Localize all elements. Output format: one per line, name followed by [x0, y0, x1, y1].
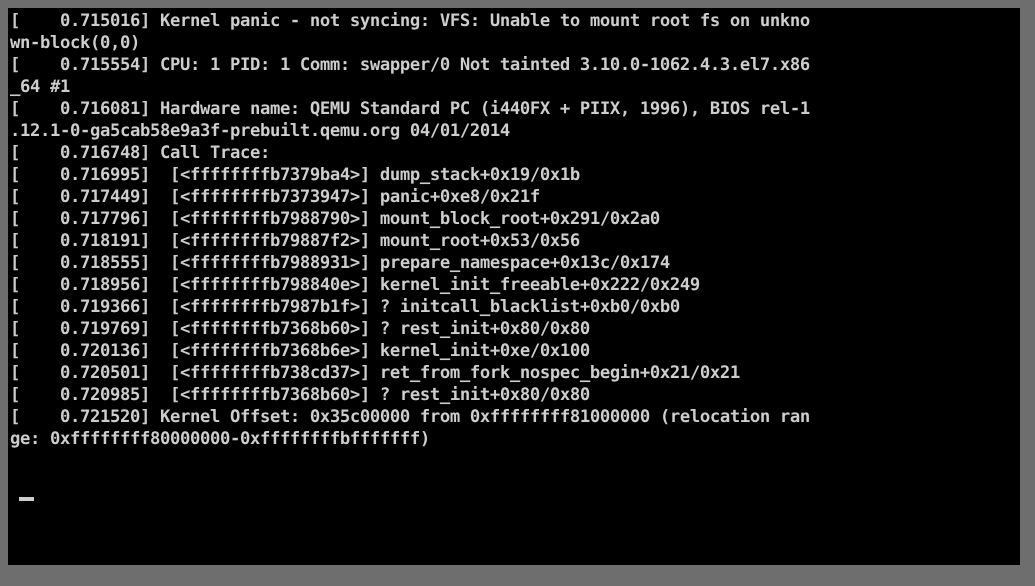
- text-cursor: [19, 497, 34, 501]
- kernel-panic-console[interactable]: [ 0.715016] Kernel panic - not syncing: …: [8, 8, 1020, 565]
- kernel-log-output: [ 0.715016] Kernel panic - not syncing: …: [10, 11, 810, 449]
- vm-console-screen: [ 0.715016] Kernel panic - not syncing: …: [0, 0, 1035, 586]
